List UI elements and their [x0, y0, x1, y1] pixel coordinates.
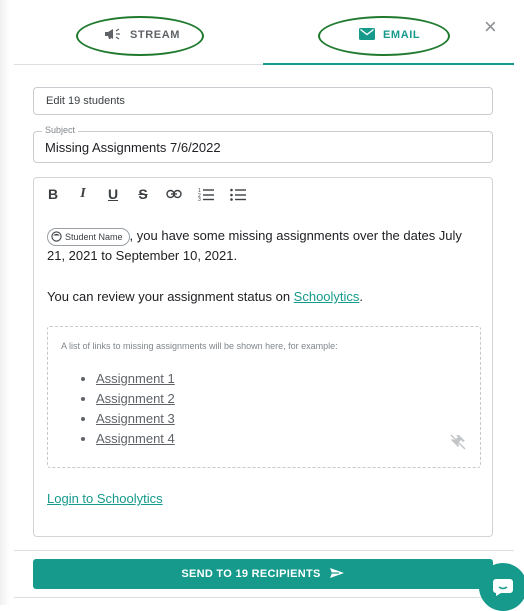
example-assignment-link[interactable]: Assignment 4 — [96, 431, 175, 446]
message-editor[interactable]: B I U S 1 2 3 Student Name , you have so… — [33, 177, 493, 537]
recipients-field[interactable]: Edit 19 students — [33, 87, 493, 115]
underline-button[interactable]: U — [106, 186, 120, 202]
send-button-label: SEND TO 19 RECIPIENTS — [181, 568, 321, 580]
list-item: Assignment 4 — [96, 429, 175, 449]
annotation-circle-stream — [76, 16, 204, 56]
annotation-circle-email — [318, 16, 450, 56]
italic-button[interactable]: I — [76, 186, 90, 202]
message-paragraph-1: Student Name , you have some missing ass… — [47, 226, 482, 266]
example-assignment-list: Assignment 1 Assignment 2 Assignment 3 A… — [80, 369, 175, 449]
example-assignment-link[interactable]: Assignment 1 — [96, 371, 175, 386]
send-button[interactable]: SEND TO 19 RECIPIENTS — [33, 559, 493, 589]
message-paragraph-2: You can review your assignment status on… — [47, 289, 363, 304]
chat-bubble-icon[interactable] — [479, 563, 524, 611]
send-arrow-icon — [329, 567, 345, 582]
schoolytics-link[interactable]: Schoolytics — [294, 289, 360, 304]
subject-value: Missing Assignments 7/6/2022 — [45, 140, 221, 155]
link-icon[interactable] — [166, 189, 182, 199]
active-tab-indicator — [263, 63, 514, 65]
student-face-icon — [51, 231, 62, 242]
numbered-list-icon[interactable]: 1 2 3 — [198, 187, 214, 201]
bold-button[interactable]: B — [46, 186, 60, 202]
close-icon[interactable]: × — [484, 16, 497, 38]
example-assignment-link[interactable]: Assignment 3 — [96, 411, 175, 426]
list-item: Assignment 3 — [96, 409, 175, 429]
bulleted-list-icon[interactable] — [230, 187, 246, 201]
message-line-2-prefix: You can review your assignment status on — [47, 289, 294, 304]
panel-shadow — [0, 0, 10, 605]
subject-field[interactable]: Subject Missing Assignments 7/6/2022 — [33, 125, 493, 163]
format-toolbar: B I U S 1 2 3 — [46, 186, 246, 202]
channel-tabs: STREAM EMAIL × — [14, 0, 514, 66]
login-link[interactable]: Login to Schoolytics — [47, 491, 163, 506]
recipients-field-value: Edit 19 students — [46, 95, 125, 107]
svg-text:3: 3 — [198, 197, 201, 201]
footer-bottom-line — [14, 597, 514, 598]
list-item: Assignment 2 — [96, 389, 175, 409]
example-note: A list of links to missing assignments w… — [61, 341, 338, 351]
message-line-2-suffix: . — [359, 289, 364, 304]
missing-assignments-placeholder: A list of links to missing assignments w… — [47, 326, 481, 468]
student-name-chip[interactable]: Student Name — [47, 227, 130, 246]
student-name-chip-label: Student Name — [65, 231, 123, 242]
example-assignment-link[interactable]: Assignment 2 — [96, 391, 175, 406]
list-item: Assignment 1 — [96, 369, 175, 389]
subject-label: Subject — [42, 125, 79, 135]
pin-off-icon[interactable] — [450, 434, 466, 455]
footer-divider — [14, 550, 514, 551]
strikethrough-button[interactable]: S — [136, 186, 150, 202]
